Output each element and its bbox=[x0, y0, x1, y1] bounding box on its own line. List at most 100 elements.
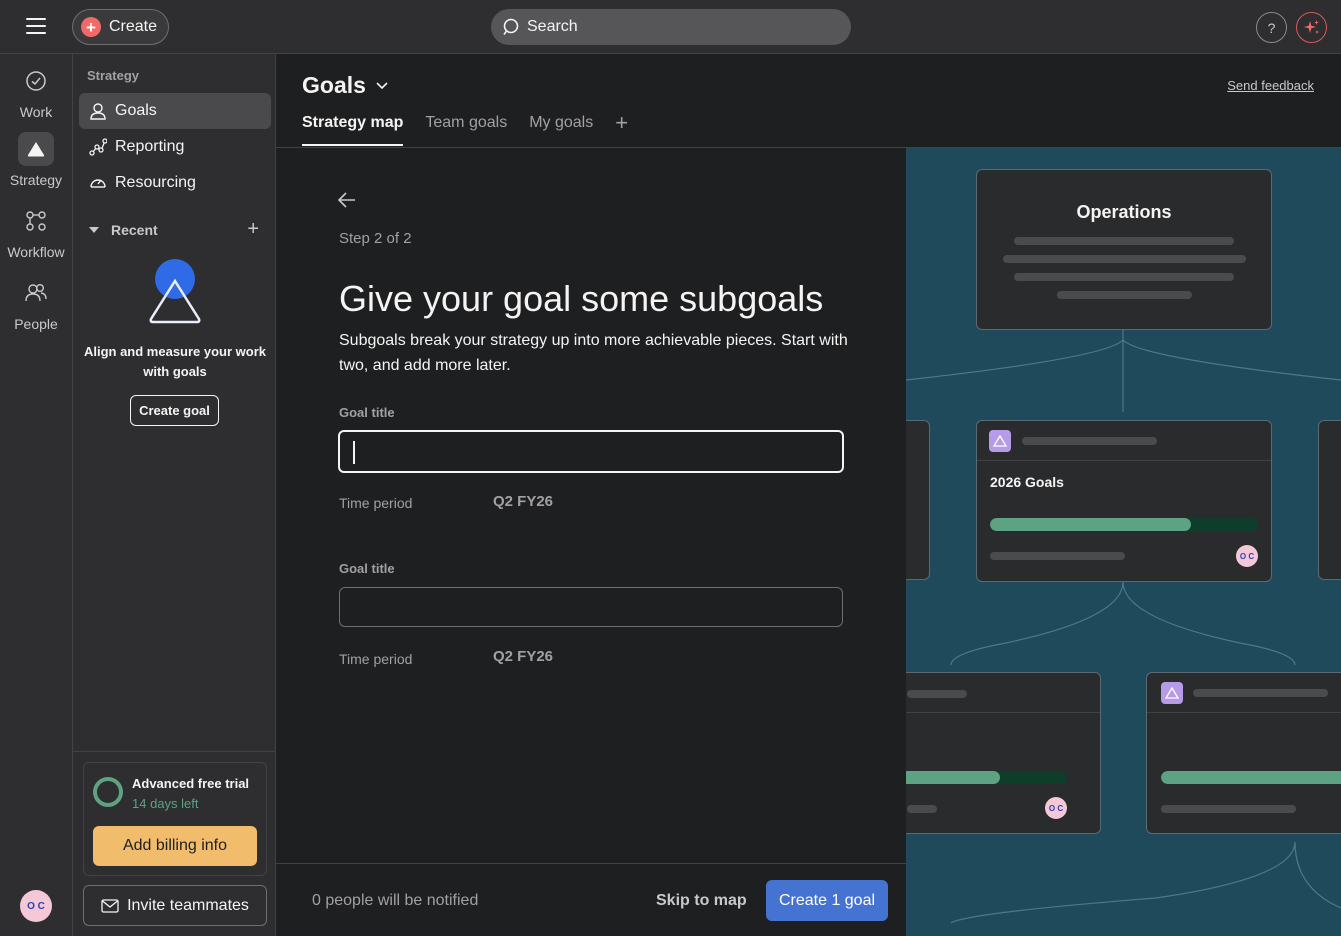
step-indicator: Step 2 of 2 bbox=[339, 230, 412, 247]
rail-item-label: Work bbox=[19, 104, 53, 120]
operations-card[interactable]: Operations bbox=[976, 169, 1272, 330]
help-button[interactable]: ? bbox=[1256, 12, 1287, 43]
search-bar[interactable]: Search bbox=[491, 9, 851, 45]
placeholder-line bbox=[1161, 805, 1296, 813]
rail-item-label: Strategy bbox=[9, 172, 63, 188]
progress-fill bbox=[1161, 771, 1341, 784]
rail-item-work[interactable]: Work bbox=[0, 64, 72, 120]
sidebar-section-title: Strategy bbox=[87, 68, 140, 83]
partial-card-left bbox=[906, 420, 930, 580]
sidebar-item-label: Goals bbox=[115, 102, 157, 119]
owner-avatar: O C bbox=[1236, 545, 1258, 567]
reporting-icon bbox=[89, 138, 107, 156]
placeholder-line bbox=[1003, 255, 1246, 263]
placeholder-line bbox=[1057, 291, 1192, 299]
tab-bar: Strategy map Team goals My goals + bbox=[302, 112, 628, 146]
time-period-value-1[interactable]: Q2 FY26 bbox=[493, 493, 553, 510]
time-period-value-2[interactable]: Q2 FY26 bbox=[493, 648, 553, 665]
text-caret bbox=[353, 441, 355, 464]
subgoal-form: Step 2 of 2 Give your goal some subgoals… bbox=[276, 148, 906, 936]
progress-fill bbox=[990, 518, 1191, 531]
back-arrow-icon[interactable] bbox=[338, 192, 356, 208]
page-title[interactable]: Goals bbox=[302, 72, 388, 99]
people-icon bbox=[18, 276, 54, 310]
goal-triangle-icon bbox=[1161, 682, 1183, 704]
partial-card-right bbox=[1318, 420, 1341, 580]
create-goal-button[interactable]: Create goal bbox=[130, 395, 219, 426]
placeholder-line bbox=[907, 690, 967, 698]
placeholder-line bbox=[1014, 273, 1234, 281]
sidebar-item-resourcing[interactable]: Resourcing bbox=[79, 165, 271, 201]
invite-teammates-button[interactable]: Invite teammates bbox=[83, 885, 267, 926]
add-recent-icon[interactable]: + bbox=[247, 218, 259, 241]
tab-team-goals[interactable]: Team goals bbox=[425, 114, 507, 146]
add-tab-icon[interactable]: + bbox=[615, 112, 628, 146]
form-heading: Give your goal some subgoals bbox=[339, 278, 824, 319]
goal-title-input-1[interactable] bbox=[338, 430, 844, 473]
goal-card-title: 2026 Goals bbox=[990, 474, 1064, 490]
sidebar-item-goals[interactable]: Goals bbox=[79, 93, 271, 129]
sparkle-icon bbox=[1303, 19, 1319, 34]
create-button-label: Create bbox=[109, 18, 158, 35]
tab-my-goals[interactable]: My goals bbox=[529, 114, 593, 146]
goal-progress-bar bbox=[1161, 771, 1341, 784]
rail-item-workflow[interactable]: Workflow bbox=[0, 204, 72, 260]
sidebar-divider bbox=[73, 751, 275, 752]
goal-progress-bar bbox=[906, 771, 1067, 784]
person-icon bbox=[90, 103, 106, 120]
time-period-label: Time period bbox=[339, 651, 413, 667]
ai-assistant-button[interactable] bbox=[1296, 12, 1327, 43]
triangle-icon bbox=[18, 132, 54, 166]
workflow-icon bbox=[18, 204, 54, 238]
goal-title-label: Goal title bbox=[339, 405, 395, 420]
trial-progress-ring bbox=[93, 777, 123, 807]
check-circle-icon bbox=[18, 64, 54, 98]
subgoal-card-left[interactable]: O C bbox=[906, 672, 1101, 834]
goal-illustration bbox=[147, 259, 203, 330]
goal-triangle-icon bbox=[989, 430, 1011, 452]
tab-strategy-map[interactable]: Strategy map bbox=[302, 114, 404, 146]
rail-item-people[interactable]: People bbox=[0, 276, 72, 332]
placeholder-line bbox=[1014, 237, 1234, 245]
search-placeholder: Search bbox=[527, 18, 578, 35]
menu-icon[interactable] bbox=[26, 18, 46, 35]
add-billing-button[interactable]: Add billing info bbox=[93, 826, 257, 866]
caret-down-icon[interactable] bbox=[89, 227, 99, 233]
goal-progress-bar bbox=[990, 518, 1258, 531]
trial-days-left: 14 days left bbox=[132, 796, 199, 811]
send-feedback-link[interactable]: Send feedback bbox=[1227, 78, 1314, 93]
progress-fill bbox=[906, 771, 1001, 784]
notify-text: 0 people will be notified bbox=[312, 892, 479, 909]
placeholder-line bbox=[990, 552, 1125, 560]
plus-icon: + bbox=[81, 17, 101, 37]
top-bar: + Create Search ? bbox=[0, 0, 1341, 54]
main-header: Goals Send feedback Strategy map Team go… bbox=[276, 54, 1341, 148]
rail-item-label: Workflow bbox=[7, 244, 65, 260]
search-icon bbox=[503, 18, 519, 35]
goal-title-label: Goal title bbox=[339, 561, 395, 576]
sidebar-item-label: Reporting bbox=[115, 138, 185, 155]
rail-item-strategy[interactable]: Strategy bbox=[0, 132, 72, 188]
recent-section: Recent + bbox=[89, 218, 259, 240]
strategy-map-preview: Operations 2026 Goals O C O C bbox=[906, 148, 1341, 936]
left-rail: Work Strategy Workflow People O C bbox=[0, 54, 72, 936]
skip-to-map-button[interactable]: Skip to map bbox=[656, 892, 747, 910]
recent-label: Recent bbox=[111, 222, 158, 238]
placeholder-line bbox=[1193, 689, 1328, 697]
trial-title: Advanced free trial bbox=[132, 776, 250, 791]
sidebar-item-reporting[interactable]: Reporting bbox=[79, 129, 271, 165]
subgoal-card-right[interactable] bbox=[1146, 672, 1341, 834]
empty-state-text: Align and measure your work with goals bbox=[83, 344, 267, 379]
create-goal-submit-button[interactable]: Create 1 goal bbox=[766, 880, 888, 921]
goal-card-2026[interactable]: 2026 Goals O C bbox=[976, 420, 1272, 582]
goal-title-input-2[interactable] bbox=[339, 587, 843, 627]
owner-avatar: O C bbox=[1045, 797, 1067, 819]
chevron-down-icon bbox=[376, 81, 388, 89]
gauge-icon bbox=[90, 179, 106, 188]
placeholder-line bbox=[1022, 437, 1157, 445]
page-title-text: Goals bbox=[302, 72, 366, 98]
user-avatar[interactable]: O C bbox=[20, 890, 52, 922]
sidebar-item-label: Resourcing bbox=[115, 174, 196, 191]
invite-label: Invite teammates bbox=[127, 896, 249, 914]
create-button[interactable]: + Create bbox=[72, 9, 169, 45]
